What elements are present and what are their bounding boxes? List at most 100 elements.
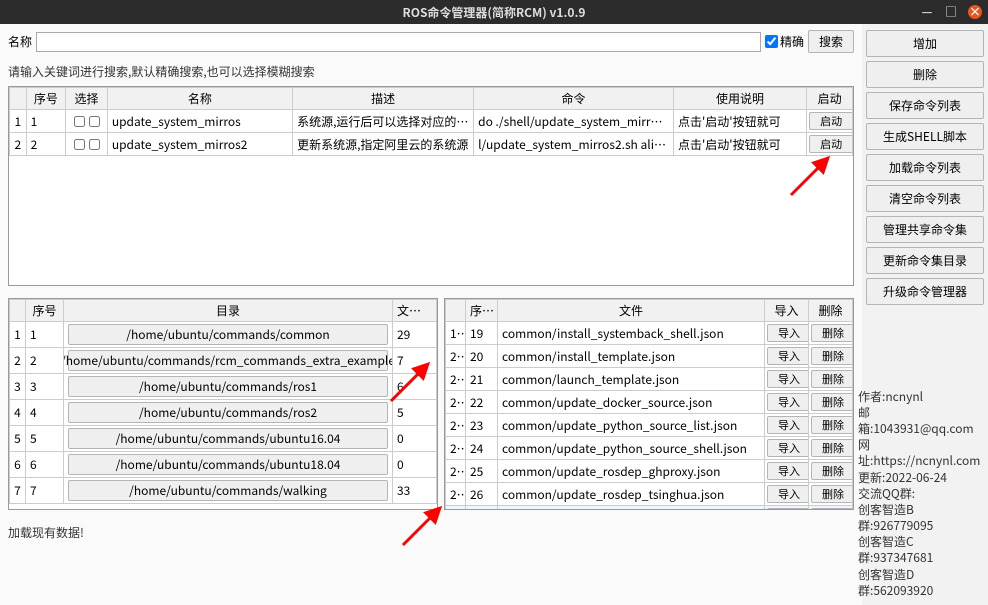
import-button[interactable]: 导入 [767,439,809,457]
table-row[interactable]: 66/home/ubuntu/commands/ubuntu18.040 [10,452,437,478]
row-num: 3 [10,374,26,400]
file-table: 序号 文件 导入 删除 1919common/install_systembac… [445,299,853,510]
dir-path-button[interactable]: /home/ubuntu/commands/ubuntu16.04 [68,428,388,449]
row-checkbox[interactable] [74,116,85,127]
delete-button[interactable]: 删除 [811,324,853,342]
cell-idx: 5 [26,426,64,452]
import-button[interactable]: 导入 [767,393,809,411]
cell-cmd: l/update_system_mirros2.sh aliyun [474,133,674,156]
delete-button[interactable]: 删除 [811,462,853,480]
side-button-6[interactable]: 管理共享命令集 [866,216,984,243]
row-num: 21 [446,368,466,391]
cell-idx: 27 [466,506,498,511]
table-row[interactable]: 2222common/update_docker_source.json导入删除 [446,391,853,414]
delete-button[interactable]: 删除 [811,370,853,388]
row-num: 4 [10,400,26,426]
side-button-8[interactable]: 升级命令管理器 [866,278,984,305]
launch-button[interactable]: 启动 [809,112,852,130]
row-num: 24 [446,437,466,460]
side-button-7[interactable]: 更新命令集目录 [866,247,984,274]
launch-button[interactable]: 启动 [809,135,852,153]
import-button[interactable]: 导入 [767,416,809,434]
table-row[interactable]: 44/home/ubuntu/commands/ros25 [10,400,437,426]
search-input[interactable] [36,32,761,52]
table-row[interactable]: 55/home/ubuntu/commands/ubuntu16.040 [10,426,437,452]
table-row[interactable]: 11/home/ubuntu/commands/common29 [10,322,437,348]
close-icon[interactable]: × [968,5,982,19]
table-row[interactable]: 2424common/update_python_source_shell.js… [446,437,853,460]
th-file-name: 文件 [498,300,765,322]
info-qq3: 创客智造D群:562093920 [858,567,982,599]
maximize-icon[interactable]: □ [944,5,958,19]
delete-button[interactable]: 删除 [811,393,853,411]
import-button[interactable]: 导入 [767,485,809,503]
side-button-3[interactable]: 生成SHELL脚本 [866,123,984,150]
exact-checkbox[interactable] [765,35,778,48]
search-hint: 请输入关键词进行搜索,默认精确搜索,也可以选择模糊搜索 [8,63,854,80]
delete-button[interactable]: 删除 [811,416,853,434]
import-button[interactable]: 导入 [767,508,809,510]
dir-table-wrap[interactable]: 序号 目录 文件数 11/home/ubuntu/commands/common… [8,298,438,510]
side-button-2[interactable]: 保存命令列表 [866,92,984,119]
table-row[interactable]: 11update_system_mirros系统源,运行后可以选择对应的系统源d… [10,110,853,133]
table-row[interactable]: 77/home/ubuntu/commands/walking33 [10,478,437,504]
exact-checkbox-wrap[interactable]: 精确 [765,33,804,50]
th-select: 选择 [66,88,108,110]
row-checkbox[interactable] [74,139,85,150]
cell-file: common/update_rosdep_ghproxy.json [498,460,765,483]
table-row[interactable]: 1919common/install_systemback_shell.json… [446,322,853,345]
file-table-wrap[interactable]: 序号 文件 导入 删除 1919common/install_systembac… [444,298,854,510]
row-num: 2 [10,133,27,156]
side-button-0[interactable]: 增加 [866,30,984,57]
title-bar: ROS命令管理器(简称RCM) v1.0.9 — □ × [0,0,988,24]
delete-button[interactable]: 删除 [811,508,853,510]
delete-button[interactable]: 删除 [811,439,853,457]
side-button-4[interactable]: 加载命令列表 [866,154,984,181]
info-qq1: 创客智造B群:926779095 [858,502,982,534]
table-row[interactable]: 22/home/ubuntu/commands/rcm_commands_ext… [10,348,437,374]
import-button[interactable]: 导入 [767,324,809,342]
table-row[interactable]: 2525common/update_rosdep_ghproxy.json导入删… [446,460,853,483]
delete-button[interactable]: 删除 [811,485,853,503]
table-row[interactable]: 33/home/ubuntu/commands/ros16 [10,374,437,400]
delete-button[interactable]: 删除 [811,347,853,365]
import-button[interactable]: 导入 [767,370,809,388]
cell-select[interactable] [66,133,108,156]
search-button[interactable]: 搜索 [808,30,854,53]
row-checkbox[interactable] [89,116,100,127]
minimize-icon[interactable]: — [920,5,934,19]
cell-count: 0 [393,426,437,452]
side-button-5[interactable]: 清空命令列表 [866,185,984,212]
cell-idx: 20 [466,345,498,368]
table-row[interactable]: 2626common/update_rosdep_tsinghua.json导入… [446,483,853,506]
th-dir-count: 文件数 [393,300,437,322]
row-checkbox[interactable] [89,139,100,150]
command-table-wrap[interactable]: 序号 选择 名称 描述 命令 使用说明 启动 11update_system_m… [8,86,854,286]
table-row[interactable]: 2121common/launch_template.json导入删除 [446,368,853,391]
cell-count: 33 [393,478,437,504]
cell-file: common/install_template.json [498,345,765,368]
dir-path-button[interactable]: /home/ubuntu/commands/common [68,324,388,345]
import-button[interactable]: 导入 [767,347,809,365]
dir-path-button[interactable]: /home/ubuntu/commands/ros2 [68,402,388,423]
th-name: 名称 [107,88,292,110]
corner-cell [10,300,26,322]
cell-path: /home/ubuntu/commands/ubuntu18.04 [64,452,393,478]
cell-file: common/update_python_source_shell.json [498,437,765,460]
cell-idx: 2 [26,133,66,156]
dir-path-button[interactable]: /home/ubuntu/commands/ros1 [68,376,388,397]
cell-count: 29 [393,322,437,348]
row-num: 2 [10,348,26,374]
import-button[interactable]: 导入 [767,462,809,480]
cell-select[interactable] [66,110,108,133]
side-button-1[interactable]: 删除 [866,61,984,88]
dir-path-button[interactable]: /home/ubuntu/commands/walking [68,480,388,501]
dir-path-button[interactable]: /home/ubuntu/commands/ubuntu18.04 [68,454,388,475]
table-row[interactable]: 2323common/update_python_source_list.jso… [446,414,853,437]
dir-path-button[interactable]: /home/ubuntu/commands/rcm_commands_extra… [68,350,388,371]
cell-idx: 1 [26,110,66,133]
row-num: 5 [10,426,26,452]
table-row[interactable]: 2020common/install_template.json导入删除 [446,345,853,368]
table-row[interactable]: 2727common/update_system_mirros.json导入删除 [446,506,853,511]
table-row[interactable]: 22update_system_mirros2更新系统源,指定阿里云的系统源l/… [10,133,853,156]
